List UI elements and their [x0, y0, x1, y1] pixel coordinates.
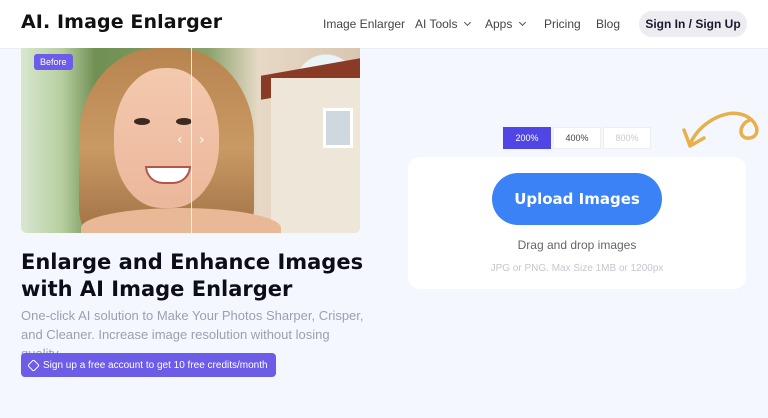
brand-logo[interactable]: AI. Image Enlarger [21, 11, 222, 33]
chevron-left-icon[interactable]: ‹ [177, 132, 183, 148]
before-badge: Before [34, 54, 73, 70]
scale-tab-400[interactable]: 400% [553, 127, 601, 149]
top-header: AI. Image Enlarger Image Enlarger AI Too… [0, 0, 768, 48]
scale-tab-800[interactable]: 800% [603, 127, 651, 149]
free-credits-promo-button[interactable]: Sign up a free account to get 10 free cr… [21, 353, 276, 377]
upload-images-button[interactable]: Upload Images [492, 173, 662, 225]
gem-icon [27, 358, 40, 372]
portrait-eye [176, 118, 192, 125]
before-after-image[interactable]: ‹ › [21, 48, 360, 233]
portrait-eye [134, 118, 150, 125]
sign-in-button[interactable]: Sign In / Sign Up [639, 11, 747, 37]
comparison-divider-handle[interactable] [191, 48, 192, 233]
nav-item-label: Pricing [544, 17, 581, 31]
promo-label: Sign up a free account to get 10 free cr… [43, 359, 268, 371]
nav-item-label: AI Tools [415, 17, 458, 31]
nav-item-ai-tools[interactable]: AI Tools [415, 17, 472, 31]
drag-drop-hint: Drag and drop images [517, 238, 637, 252]
chevron-right-icon[interactable]: › [199, 132, 205, 148]
nav-item-label: Image Enlarger [323, 17, 406, 31]
file-limit-hint: JPG or PNG. Max Size 1MB or 1200px [490, 263, 664, 274]
page-title: Enlarge and Enhance Images with AI Image… [21, 250, 364, 301]
chevron-down-icon [519, 18, 527, 27]
scale-selector: 200% 400% 800% [503, 127, 651, 149]
nav-item-apps[interactable]: Apps [485, 17, 527, 31]
nav-item-label: Blog [596, 17, 621, 31]
swirl-arrow-icon [682, 111, 759, 148]
nav-item-image-enlarger[interactable]: Image Enlarger [323, 17, 405, 31]
nav-item-blog[interactable]: Blog [596, 17, 620, 31]
scale-tab-200[interactable]: 200% [503, 127, 551, 149]
house-window [323, 108, 353, 148]
house-wall [271, 78, 360, 233]
nav-item-label: Apps [485, 17, 513, 31]
chevron-down-icon [464, 18, 472, 27]
nav-item-pricing[interactable]: Pricing [544, 17, 581, 31]
